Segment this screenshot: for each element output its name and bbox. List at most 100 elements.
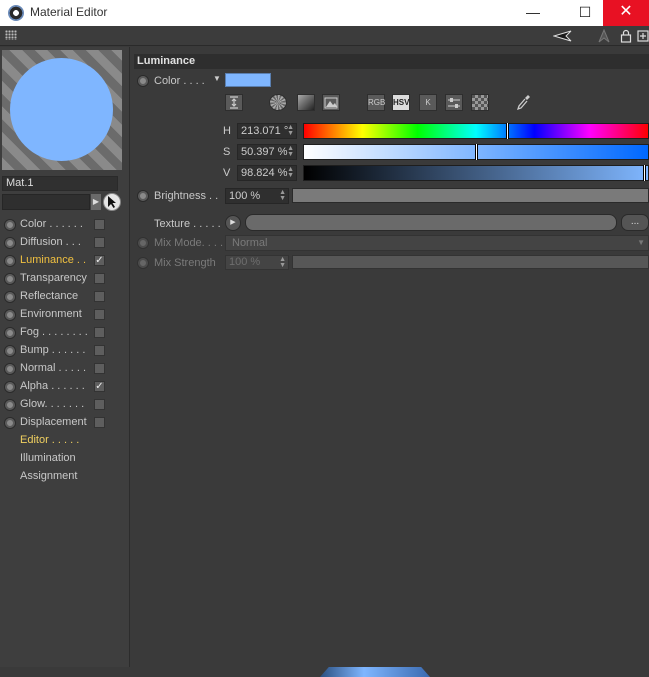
channel-label[interactable]: Fog . . . . . . . . (20, 326, 88, 338)
channel-animate-radio[interactable] (4, 417, 16, 429)
channel-item[interactable]: Normal . . . . . (0, 360, 130, 378)
channel-enable-checkbox[interactable] (94, 417, 105, 428)
channel-animate-radio[interactable] (4, 327, 16, 339)
page-item[interactable]: Assignment (0, 468, 130, 486)
mode-rgb-button[interactable]: RGB (367, 94, 385, 111)
channel-enable-checkbox[interactable] (94, 273, 105, 284)
channel-animate-radio[interactable] (4, 237, 16, 249)
saturation-slider[interactable] (303, 144, 649, 160)
page-item[interactable]: Editor . . . . . (0, 432, 130, 450)
lock-icon[interactable] (619, 29, 633, 43)
close-button[interactable]: ✕ (603, 0, 649, 26)
channel-enable-checkbox[interactable]: ✓ (94, 381, 105, 392)
brightness-field[interactable]: 100 % ▲ ▼ (225, 188, 289, 204)
mode-hsv-button[interactable]: HSV (392, 94, 410, 111)
channel-item[interactable]: Environment (0, 306, 130, 324)
channel-item[interactable]: Color . . . . . . (0, 216, 130, 234)
channel-label[interactable]: Reflectance (20, 290, 78, 302)
channel-item[interactable]: Alpha . . . . . . ✓ (0, 378, 130, 396)
channel-enable-checkbox[interactable] (94, 237, 105, 248)
color-wheel-icon[interactable] (269, 94, 287, 111)
spinner-icon[interactable]: ▲ ▼ (279, 256, 286, 269)
hue-field[interactable]: 213.071 ° ▲ ▼ (237, 123, 297, 139)
channel-enable-checkbox[interactable] (94, 219, 105, 230)
spinner-icon[interactable]: ▲ ▼ (287, 145, 294, 158)
hue-slider-handle[interactable] (505, 123, 509, 139)
channel-enable-checkbox[interactable] (94, 291, 105, 302)
channel-label[interactable]: Alpha . . . . . . (20, 380, 85, 392)
channel-label[interactable]: Glow. . . . . . . (20, 398, 84, 410)
forward-arrow-icon[interactable] (597, 28, 611, 43)
channel-animate-radio[interactable] (4, 399, 16, 411)
spinner-icon[interactable]: ▲ ▼ (287, 124, 294, 137)
spinner-icon[interactable]: ▲ ▼ (287, 166, 294, 179)
minimize-button[interactable]: — (510, 0, 556, 26)
new-panel-icon[interactable] (636, 29, 649, 43)
eyedropper-icon[interactable] (515, 94, 533, 111)
channel-animate-radio[interactable] (4, 381, 16, 393)
page-label[interactable]: Assignment (20, 470, 77, 482)
mode-kelvin-button[interactable]: K (419, 94, 437, 111)
value-slider[interactable] (303, 165, 649, 181)
channel-animate-radio[interactable] (4, 255, 16, 267)
brightness-slider[interactable] (292, 188, 649, 203)
channel-label[interactable]: Normal . . . . . (20, 362, 86, 374)
channel-enable-checkbox[interactable] (94, 309, 105, 320)
channel-enable-checkbox[interactable] (94, 399, 105, 410)
channel-label[interactable]: Luminance . . (20, 254, 86, 266)
channel-animate-radio[interactable] (4, 273, 16, 285)
channel-item[interactable]: Luminance . . ✓ (0, 252, 130, 270)
maximize-button[interactable]: ☐ (562, 0, 608, 26)
back-arrow-icon[interactable] (552, 29, 573, 43)
swatches-icon[interactable] (471, 94, 489, 111)
channel-item[interactable]: Bump . . . . . . (0, 342, 130, 360)
saturation-slider-handle[interactable] (475, 144, 478, 160)
value-field[interactable]: 98.824 % ▲ ▼ (237, 165, 297, 181)
brightness-animate-radio[interactable] (137, 190, 149, 202)
channel-item[interactable]: Fog . . . . . . . . (0, 324, 130, 342)
spinner-icon[interactable]: ▲ ▼ (279, 189, 286, 202)
channel-animate-radio[interactable] (4, 219, 16, 231)
mixmode-dropdown[interactable]: Normal ▼ (225, 235, 649, 251)
pick-cursor-icon[interactable] (103, 193, 121, 211)
grip-icon[interactable] (5, 30, 17, 40)
channel-item[interactable]: Transparency (0, 270, 130, 288)
channel-enable-checkbox[interactable] (94, 363, 105, 374)
channel-label[interactable]: Color . . . . . . (20, 218, 83, 230)
spectrum-icon[interactable] (225, 94, 243, 111)
texture-menu-button[interactable]: ▶ (225, 215, 241, 231)
gradient-icon[interactable] (297, 94, 315, 111)
channel-item[interactable]: Reflectance (0, 288, 130, 306)
channel-enable-checkbox[interactable]: ✓ (94, 255, 105, 266)
channel-item[interactable]: Diffusion . . . (0, 234, 130, 252)
value-slider-handle[interactable] (642, 165, 646, 181)
channel-item[interactable]: Displacement (0, 414, 130, 432)
channel-animate-radio[interactable] (4, 309, 16, 321)
color-swatch[interactable] (225, 73, 271, 87)
material-preview[interactable] (2, 50, 122, 170)
page-label[interactable]: Editor . . . . . (20, 434, 79, 446)
channel-animate-radio[interactable] (4, 363, 16, 375)
material-link-field[interactable] (2, 194, 90, 210)
hue-slider[interactable] (303, 123, 649, 139)
channel-enable-checkbox[interactable] (94, 345, 105, 356)
channel-label[interactable]: Environment (20, 308, 82, 320)
mixstrength-slider[interactable] (292, 255, 649, 269)
channel-label[interactable]: Transparency (20, 272, 87, 284)
texture-more-button[interactable]: ... (621, 214, 649, 231)
channel-animate-radio[interactable] (4, 291, 16, 303)
channel-label[interactable]: Diffusion . . . (20, 236, 81, 248)
mixer-icon[interactable] (445, 94, 463, 111)
chevron-down-icon[interactable]: ▼ (213, 74, 221, 83)
texture-field[interactable] (245, 214, 617, 231)
mixstrength-field[interactable]: 100 % ▲ ▼ (225, 255, 289, 270)
color-animate-radio[interactable] (137, 75, 149, 87)
material-name-field[interactable]: Mat.1 (2, 176, 118, 191)
page-label[interactable]: Illumination (20, 452, 76, 464)
image-picker-icon[interactable] (322, 94, 340, 111)
channel-label[interactable]: Displacement (20, 416, 87, 428)
play-arrow-icon[interactable]: ▶ (91, 194, 101, 210)
page-item[interactable]: Illumination (0, 450, 130, 468)
channel-animate-radio[interactable] (4, 345, 16, 357)
saturation-field[interactable]: 50.397 % ▲ ▼ (237, 144, 297, 160)
